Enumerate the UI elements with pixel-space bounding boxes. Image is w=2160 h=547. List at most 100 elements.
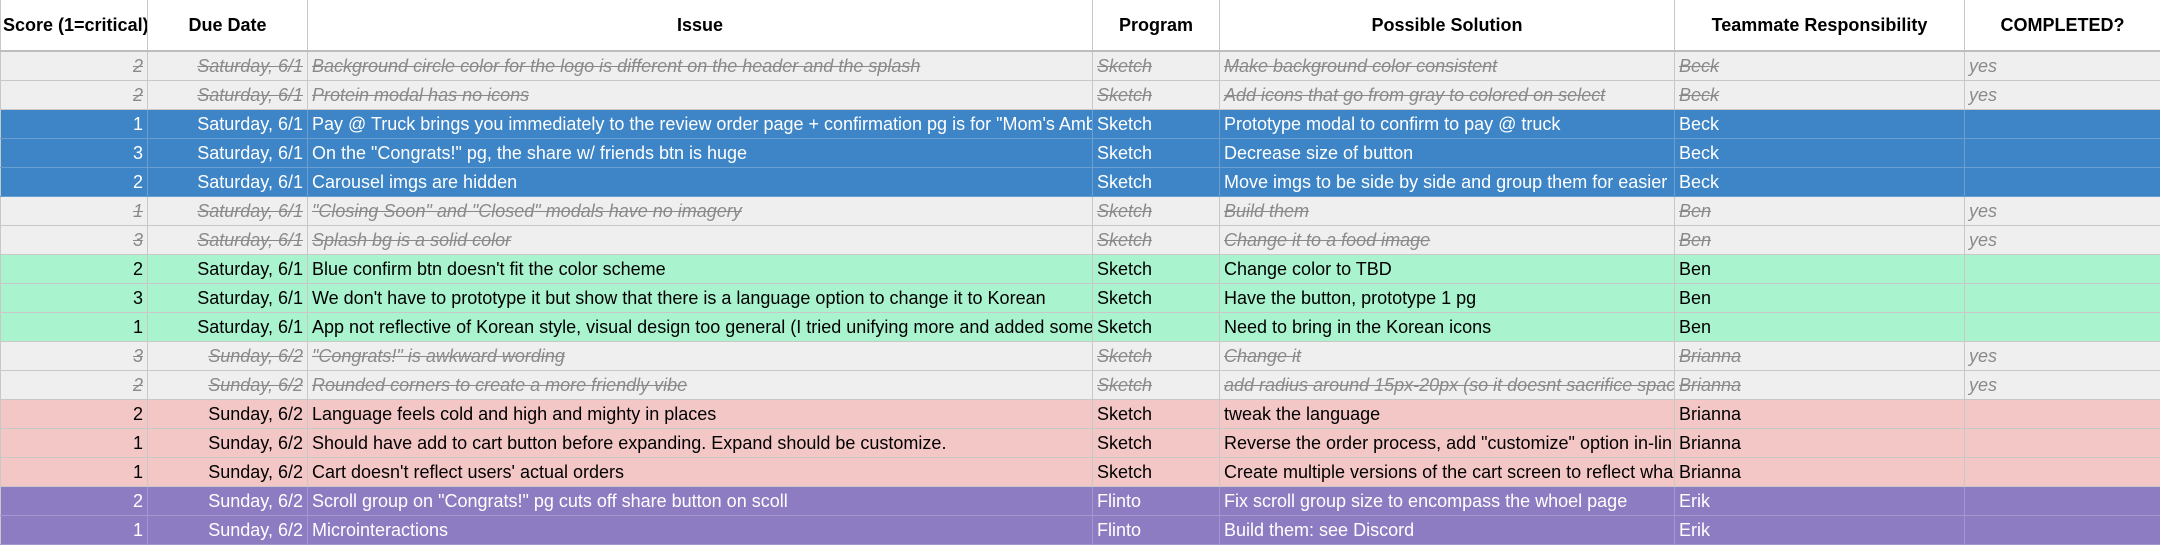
cell-due-date[interactable]: Sunday, 6/2 — [147, 341, 308, 371]
cell-completed[interactable] — [1964, 399, 2160, 429]
header-possible-solution[interactable]: Possible Solution — [1219, 0, 1675, 52]
cell-score[interactable]: 2 — [0, 370, 148, 400]
cell-program[interactable]: Sketch — [1092, 457, 1220, 487]
cell-solution[interactable]: Build them: see Discord — [1219, 515, 1675, 545]
cell-program[interactable]: Sketch — [1092, 254, 1220, 284]
cell-solution[interactable]: Fix scroll group size to encompass the w… — [1219, 486, 1675, 516]
cell-completed[interactable]: yes — [1964, 370, 2160, 400]
cell-issue[interactable]: Should have add to cart button before ex… — [307, 428, 1093, 458]
cell-issue[interactable]: Microinteractions — [307, 515, 1093, 545]
cell-due-date[interactable]: Sunday, 6/2 — [147, 399, 308, 429]
cell-issue[interactable]: Background circle color for the logo is … — [307, 51, 1093, 81]
cell-program[interactable]: Sketch — [1092, 109, 1220, 139]
cell-program[interactable]: Flinto — [1092, 486, 1220, 516]
cell-completed[interactable]: yes — [1964, 196, 2160, 226]
cell-solution[interactable]: Change it to a food image — [1219, 225, 1675, 255]
cell-score[interactable]: 3 — [0, 225, 148, 255]
cell-score[interactable]: 2 — [0, 51, 148, 81]
cell-score[interactable]: 1 — [0, 515, 148, 545]
cell-solution[interactable]: tweak the language — [1219, 399, 1675, 429]
cell-issue[interactable]: Scroll group on "Congrats!" pg cuts off … — [307, 486, 1093, 516]
cell-score[interactable]: 3 — [0, 283, 148, 313]
cell-due-date[interactable]: Saturday, 6/1 — [147, 51, 308, 81]
cell-score[interactable]: 3 — [0, 341, 148, 371]
cell-program[interactable]: Sketch — [1092, 167, 1220, 197]
cell-teammate[interactable]: Beck — [1674, 167, 1965, 197]
cell-due-date[interactable]: Sunday, 6/2 — [147, 428, 308, 458]
cell-due-date[interactable]: Sunday, 6/2 — [147, 515, 308, 545]
cell-completed[interactable] — [1964, 254, 2160, 284]
cell-due-date[interactable]: Saturday, 6/1 — [147, 283, 308, 313]
cell-solution[interactable]: Change color to TBD — [1219, 254, 1675, 284]
cell-solution[interactable]: add radius around 15px-20px (so it doesn… — [1219, 370, 1675, 400]
cell-completed[interactable]: yes — [1964, 341, 2160, 371]
cell-solution[interactable]: Need to bring in the Korean icons — [1219, 312, 1675, 342]
cell-teammate[interactable]: Beck — [1674, 51, 1965, 81]
cell-solution[interactable]: Prototype modal to confirm to pay @ truc… — [1219, 109, 1675, 139]
cell-score[interactable]: 1 — [0, 196, 148, 226]
cell-program[interactable]: Sketch — [1092, 399, 1220, 429]
cell-due-date[interactable]: Saturday, 6/1 — [147, 109, 308, 139]
cell-teammate[interactable]: Brianna — [1674, 341, 1965, 371]
cell-due-date[interactable]: Saturday, 6/1 — [147, 167, 308, 197]
cell-solution[interactable]: Decrease size of button — [1219, 138, 1675, 168]
cell-issue[interactable]: Pay @ Truck brings you immediately to th… — [307, 109, 1093, 139]
cell-program[interactable]: Sketch — [1092, 283, 1220, 313]
cell-solution[interactable]: Move imgs to be side by side and group t… — [1219, 167, 1675, 197]
cell-issue[interactable]: Protein modal has no icons — [307, 80, 1093, 110]
cell-solution[interactable]: Reverse the order process, add "customiz… — [1219, 428, 1675, 458]
cell-program[interactable]: Sketch — [1092, 428, 1220, 458]
cell-teammate[interactable]: Ben — [1674, 254, 1965, 284]
cell-score[interactable]: 2 — [0, 80, 148, 110]
cell-solution[interactable]: Add icons that go from gray to colored o… — [1219, 80, 1675, 110]
cell-issue[interactable]: Blue confirm btn doesn't fit the color s… — [307, 254, 1093, 284]
cell-program[interactable]: Sketch — [1092, 370, 1220, 400]
cell-due-date[interactable]: Sunday, 6/2 — [147, 486, 308, 516]
cell-due-date[interactable]: Saturday, 6/1 — [147, 196, 308, 226]
cell-teammate[interactable]: Brianna — [1674, 370, 1965, 400]
cell-issue[interactable]: "Closing Soon" and "Closed" modals have … — [307, 196, 1093, 226]
cell-solution[interactable]: Have the button, prototype 1 pg — [1219, 283, 1675, 313]
cell-issue[interactable]: Cart doesn't reflect users' actual order… — [307, 457, 1093, 487]
cell-due-date[interactable]: Sunday, 6/2 — [147, 370, 308, 400]
cell-solution[interactable]: Build them — [1219, 196, 1675, 226]
cell-score[interactable]: 1 — [0, 457, 148, 487]
cell-issue[interactable]: Language feels cold and high and mighty … — [307, 399, 1093, 429]
cell-score[interactable]: 2 — [0, 254, 148, 284]
cell-teammate[interactable]: Beck — [1674, 138, 1965, 168]
header-completed[interactable]: COMPLETED? — [1964, 0, 2160, 52]
cell-completed[interactable] — [1964, 515, 2160, 545]
header-score[interactable]: Score (1=critical) — [0, 0, 148, 52]
cell-score[interactable]: 2 — [0, 486, 148, 516]
cell-issue[interactable]: Splash bg is a solid color — [307, 225, 1093, 255]
cell-teammate[interactable]: Brianna — [1674, 457, 1965, 487]
header-program[interactable]: Program — [1092, 0, 1220, 52]
cell-program[interactable]: Sketch — [1092, 341, 1220, 371]
cell-teammate[interactable]: Ben — [1674, 283, 1965, 313]
cell-score[interactable]: 1 — [0, 109, 148, 139]
cell-score[interactable]: 3 — [0, 138, 148, 168]
cell-teammate[interactable]: Ben — [1674, 225, 1965, 255]
cell-solution[interactable]: Create multiple versions of the cart scr… — [1219, 457, 1675, 487]
cell-completed[interactable] — [1964, 283, 2160, 313]
cell-completed[interactable]: yes — [1964, 80, 2160, 110]
cell-completed[interactable] — [1964, 312, 2160, 342]
cell-teammate[interactable]: Beck — [1674, 109, 1965, 139]
cell-due-date[interactable]: Saturday, 6/1 — [147, 225, 308, 255]
cell-teammate[interactable]: Beck — [1674, 80, 1965, 110]
cell-score[interactable]: 2 — [0, 399, 148, 429]
cell-issue[interactable]: App not reflective of Korean style, visu… — [307, 312, 1093, 342]
cell-completed[interactable] — [1964, 486, 2160, 516]
cell-issue[interactable]: We don't have to prototype it but show t… — [307, 283, 1093, 313]
cell-program[interactable]: Sketch — [1092, 312, 1220, 342]
cell-completed[interactable]: yes — [1964, 225, 2160, 255]
cell-due-date[interactable]: Saturday, 6/1 — [147, 254, 308, 284]
cell-teammate[interactable]: Erik — [1674, 515, 1965, 545]
cell-due-date[interactable]: Saturday, 6/1 — [147, 138, 308, 168]
header-teammate[interactable]: Teammate Responsibility — [1674, 0, 1965, 52]
cell-solution[interactable]: Make background color consistent — [1219, 51, 1675, 81]
cell-completed[interactable]: yes — [1964, 51, 2160, 81]
cell-issue[interactable]: Carousel imgs are hidden — [307, 167, 1093, 197]
cell-issue[interactable]: "Congrats!" is awkward wording — [307, 341, 1093, 371]
cell-completed[interactable] — [1964, 167, 2160, 197]
